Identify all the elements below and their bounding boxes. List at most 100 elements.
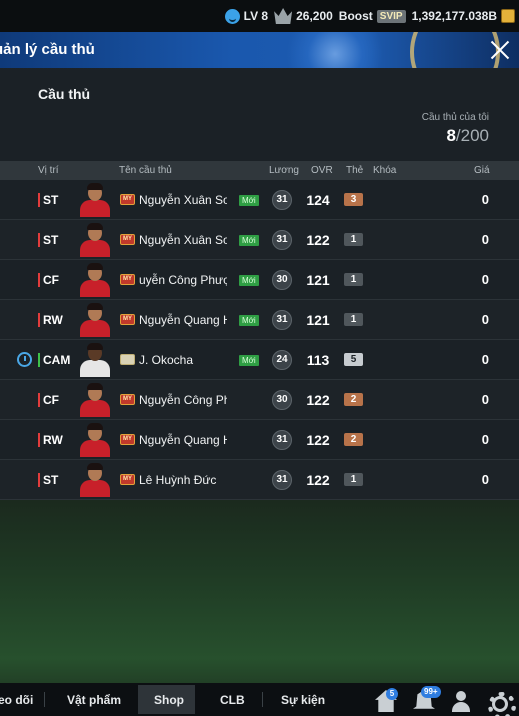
player-ovr: 122 bbox=[306, 392, 330, 408]
profile-icon[interactable] bbox=[450, 690, 472, 712]
player-position: ST bbox=[38, 473, 58, 487]
column-ovr[interactable]: OVR bbox=[311, 165, 333, 176]
avatar-hair bbox=[87, 183, 103, 190]
player-avatar bbox=[78, 343, 112, 377]
close-button[interactable] bbox=[487, 37, 513, 63]
currency-display[interactable]: 1,392,177.038B bbox=[412, 9, 515, 23]
nav-shop[interactable]: Shop bbox=[154, 693, 184, 707]
table-row[interactable]: RW MY Nguyễn Quang Hải Mới 31 121 1 0 bbox=[0, 300, 519, 340]
player-position: ST bbox=[38, 193, 58, 207]
season-icon: MY bbox=[120, 434, 135, 445]
player-grade: 5 bbox=[344, 353, 363, 366]
table-row[interactable]: ST MY Lê Huỳnh Đức 31 122 1 0 bbox=[0, 460, 519, 500]
player-position: CF bbox=[38, 273, 59, 287]
avatar-shirt bbox=[80, 480, 110, 497]
player-grade: 1 bbox=[344, 313, 363, 326]
avatar-shirt bbox=[80, 440, 110, 457]
boost-label: Boost bbox=[338, 9, 373, 23]
player-price: 0 bbox=[481, 312, 489, 327]
nav-follow[interactable]: eo dõi bbox=[0, 693, 33, 707]
nav-divider bbox=[44, 692, 45, 707]
avatar-hair bbox=[87, 423, 103, 430]
player-ovr: 122 bbox=[306, 232, 330, 248]
notification-badge: 99+ bbox=[421, 686, 441, 698]
nav-events[interactable]: Sự kiện bbox=[281, 693, 325, 707]
crown-display: 26,200 bbox=[274, 8, 333, 24]
player-name: J. Okocha bbox=[139, 353, 194, 367]
coin-icon bbox=[501, 9, 515, 23]
currency-value: 1,392,177.038B bbox=[411, 9, 497, 23]
table-row[interactable]: ST MY Nguyễn Xuân Son Mới 31 122 1 0 bbox=[0, 220, 519, 260]
header-decoration bbox=[280, 32, 390, 68]
player-avatar bbox=[78, 463, 112, 497]
smiley-icon bbox=[224, 8, 240, 24]
avatar-shirt bbox=[80, 280, 110, 297]
player-count-total: /200 bbox=[455, 126, 489, 145]
column-position[interactable]: Vị trí bbox=[38, 165, 59, 176]
player-price: 0 bbox=[481, 352, 489, 367]
nav-items[interactable]: Vật phẩm bbox=[67, 693, 121, 707]
page-header: uản lý cầu thủ bbox=[0, 32, 519, 68]
nav-club[interactable]: CLB bbox=[220, 693, 245, 707]
new-badge: Mới bbox=[239, 195, 259, 206]
player-price: 0 bbox=[481, 392, 489, 407]
player-grade: 1 bbox=[344, 233, 363, 246]
player-ovr: 124 bbox=[306, 192, 330, 208]
avatar-hair bbox=[87, 223, 103, 230]
player-position: CF bbox=[38, 393, 59, 407]
player-grade: 2 bbox=[344, 393, 363, 406]
player-name: Lê Huỳnh Đức bbox=[139, 473, 217, 487]
level-text: LV 8 bbox=[243, 9, 269, 23]
player-count: 8/200 bbox=[446, 126, 489, 146]
player-position: CAM bbox=[38, 353, 70, 367]
avatar-shirt bbox=[80, 240, 110, 257]
player-avatar bbox=[78, 383, 112, 417]
table-row[interactable]: CF MY uyễn Công Phượng Mới 30 121 1 0 bbox=[0, 260, 519, 300]
svip-badge: SVIP bbox=[376, 9, 406, 23]
column-grade[interactable]: Thẻ bbox=[346, 165, 363, 176]
column-price[interactable]: Giá bbox=[474, 165, 490, 176]
crown-icon bbox=[274, 8, 293, 24]
avatar-hair bbox=[87, 463, 103, 470]
player-avatar bbox=[78, 183, 112, 217]
avatar-hair bbox=[87, 343, 103, 350]
player-list: ST MY Nguyễn Xuân Son Mới 31 124 3 0 ST MY Nguyễn … bbox=[0, 180, 519, 500]
avatar-shirt bbox=[80, 200, 110, 217]
column-name[interactable]: Tên cầu thủ bbox=[119, 165, 172, 176]
player-position: RW bbox=[38, 433, 63, 447]
gear-icon[interactable] bbox=[486, 690, 516, 716]
season-icon: MY bbox=[120, 274, 135, 285]
player-name: Nguyễn Xuân Son bbox=[139, 193, 227, 207]
player-price: 0 bbox=[481, 192, 489, 207]
timer-icon bbox=[17, 352, 32, 367]
table-row[interactable]: CF MY Nguyễn Công Phượng 30 122 2 0 bbox=[0, 380, 519, 420]
player-price: 0 bbox=[481, 232, 489, 247]
level-display: LV 8 bbox=[224, 8, 269, 24]
new-badge: Mới bbox=[239, 355, 259, 366]
player-ovr: 121 bbox=[306, 272, 330, 288]
player-avatar bbox=[78, 263, 112, 297]
page-title: uản lý cầu thủ bbox=[0, 41, 95, 58]
avatar-hair bbox=[87, 383, 103, 390]
season-icon: MY bbox=[120, 474, 135, 485]
table-row[interactable]: RW MY Nguyễn Quang Hải 31 122 2 0 bbox=[0, 420, 519, 460]
nav-divider bbox=[262, 692, 263, 707]
player-grade: 1 bbox=[344, 273, 363, 286]
player-name: Nguyễn Quang Hải bbox=[139, 313, 227, 327]
table-row[interactable]: ST MY Nguyễn Xuân Son Mới 31 124 3 0 bbox=[0, 180, 519, 220]
player-name: Nguyễn Công Phượng bbox=[139, 393, 227, 407]
column-pay[interactable]: Lương bbox=[269, 165, 299, 176]
boost-display[interactable]: Boost SVIP bbox=[339, 9, 406, 23]
player-name: Nguyễn Xuân Son bbox=[139, 233, 227, 247]
player-position: ST bbox=[38, 233, 58, 247]
avatar-shirt bbox=[80, 400, 110, 417]
player-pay: 31 bbox=[272, 190, 292, 210]
player-price: 0 bbox=[481, 432, 489, 447]
player-pay: 24 bbox=[272, 350, 292, 370]
player-grade: 3 bbox=[344, 193, 363, 206]
player-avatar bbox=[78, 303, 112, 337]
table-row[interactable]: CAM J. Okocha Mới 24 113 5 0 bbox=[0, 340, 519, 380]
column-lock[interactable]: Khóa bbox=[373, 165, 396, 176]
player-ovr: 121 bbox=[306, 312, 330, 328]
season-icon: MY bbox=[120, 194, 135, 205]
